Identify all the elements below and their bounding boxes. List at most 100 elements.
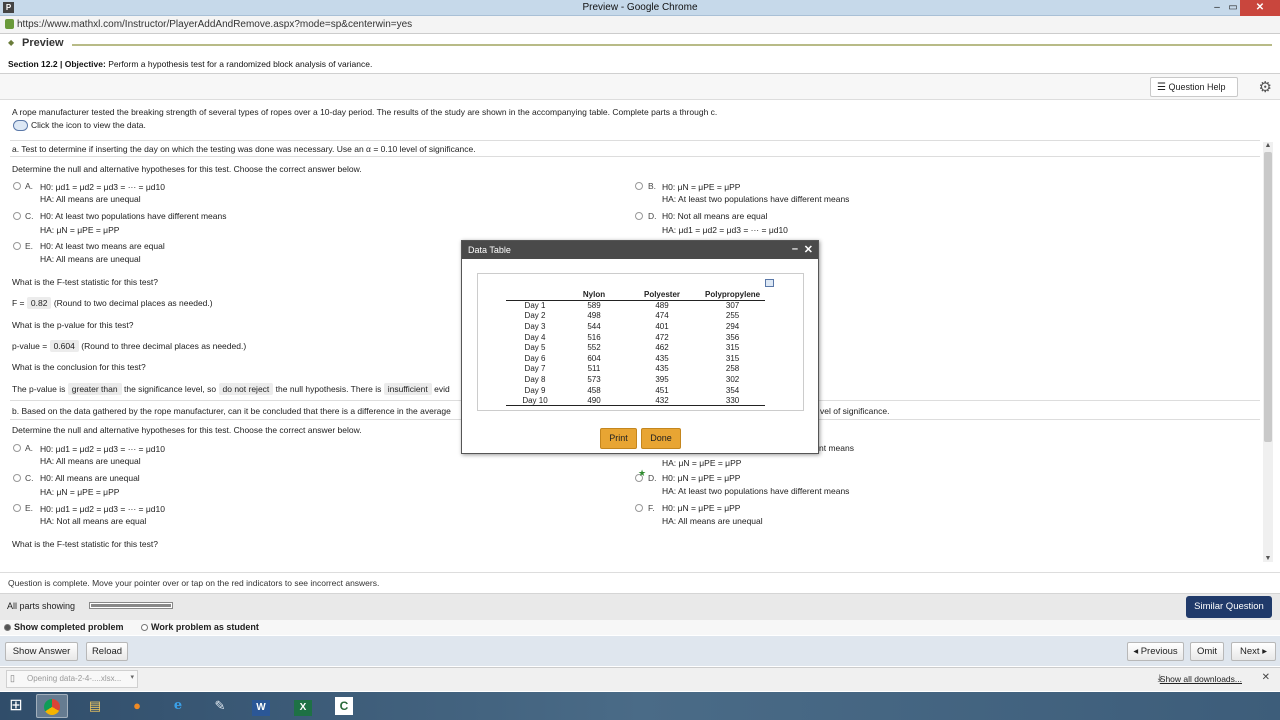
table-cell: 498 [587, 311, 601, 321]
print-button[interactable]: Print [600, 428, 637, 449]
excel-icon[interactable]: X [287, 694, 319, 718]
option-b-c-radio[interactable] [13, 474, 21, 482]
similar-question-button[interactable]: Similar Question [1186, 596, 1272, 618]
restore-window-button[interactable]: ▭ [1226, 0, 1240, 16]
option-b-f-radio[interactable] [635, 504, 643, 512]
windows-start-icon[interactable]: ⊞ [2, 694, 30, 718]
conclusion-question: What is the conclusion for this test? [12, 362, 146, 372]
list-icon: ☰ [1157, 82, 1166, 93]
dialog-title: Data Table [468, 245, 511, 255]
divider [10, 140, 1260, 141]
show-answer-button[interactable]: Show Answer [5, 642, 78, 661]
internet-explorer-icon[interactable]: e [162, 694, 194, 718]
row-label: Day 2 [524, 311, 546, 321]
option-a-ha: HA: All means are unequal [40, 194, 141, 204]
table-row: Day 8 573 395 302 [506, 374, 765, 385]
option-c-radio[interactable] [13, 212, 21, 220]
scrollbar-thumb[interactable] [1264, 152, 1272, 442]
previous-button[interactable]: ◂ Previous [1127, 642, 1184, 661]
question-help-button[interactable]: ☰ Question Help [1150, 77, 1238, 97]
objective-text: Perform a hypothesis test for a randomiz… [108, 59, 373, 69]
minimize-window-button[interactable]: – [1210, 0, 1224, 16]
option-b-e-letter: E. [25, 503, 34, 513]
copy-table-icon[interactable] [765, 279, 774, 287]
reload-button[interactable]: Reload [86, 642, 128, 661]
table-row: Day 5 552 462 315 [506, 342, 765, 353]
row-label: Day 3 [524, 321, 546, 331]
url-text[interactable]: https://www.mathxl.com/Instructor/Player… [17, 19, 412, 30]
conclusion-dropdown-3[interactable]: insufficient [383, 383, 432, 395]
conclusion-dropdown-2[interactable]: do not reject [218, 383, 274, 395]
option-e-radio[interactable] [13, 242, 21, 250]
f-answer-box[interactable]: 0.82 [26, 297, 52, 309]
option-d-letter: D. [648, 211, 657, 221]
table-row: Day 3 544 401 294 [506, 321, 765, 332]
option-b-a-radio[interactable] [13, 444, 21, 452]
option-b-e-radio[interactable] [13, 504, 21, 512]
word-icon[interactable]: W [245, 694, 277, 718]
option-e-ha: HA: All means are unequal [40, 254, 141, 264]
table-cell: 462 [655, 343, 669, 353]
determine-b-text: Determine the null and alternative hypot… [12, 425, 362, 435]
option-b-radio[interactable] [635, 182, 643, 190]
address-bar[interactable]: https://www.mathxl.com/Instructor/Player… [0, 16, 1280, 34]
row-label: Day 8 [524, 374, 546, 384]
gear-icon[interactable]: ⚙ [1259, 78, 1272, 96]
work-as-student-radio[interactable] [141, 624, 148, 631]
table-cell: 458 [587, 385, 601, 395]
dialog-header[interactable]: Data Table – ✕ [462, 241, 818, 259]
table-cell: 604 [587, 353, 601, 363]
table-cell: 489 [655, 301, 669, 311]
option-b-b-ha: HA: μN = μPE = μPP [662, 458, 742, 468]
work-as-student-label[interactable]: Work problem as student [151, 622, 259, 632]
show-completed-label[interactable]: Show completed problem [14, 622, 124, 632]
f-prefix: F = [12, 298, 25, 308]
table-cell: 552 [587, 343, 601, 353]
minimize-icon[interactable]: – [792, 243, 798, 255]
camtasia-icon[interactable]: C [328, 694, 360, 718]
next-button[interactable]: Next ▸ [1231, 642, 1276, 661]
option-b-f-letter: F. [648, 503, 655, 513]
option-d-radio[interactable] [635, 212, 643, 220]
table-row: Day 6 604 435 315 [506, 353, 765, 364]
close-window-button[interactable]: ✕ [1240, 0, 1280, 16]
file-explorer-icon[interactable]: ▤ [79, 694, 111, 718]
chrome-icon[interactable] [36, 694, 68, 718]
status-line: Question is complete. Move your pointer … [0, 572, 1280, 592]
column-header-polypropylene: Polypropylene [700, 289, 766, 301]
file-icon: ▯ [10, 673, 15, 683]
question-help-label: Question Help [1168, 82, 1226, 92]
done-button[interactable]: Done [641, 428, 681, 449]
preview-header: ◆ Preview [0, 34, 1280, 54]
firefox-icon[interactable]: ● [121, 694, 153, 718]
p-answer-box[interactable]: 0.604 [49, 340, 79, 352]
download-item[interactable]: ▯ Opening data-2-4-....xlsx... ▾ [6, 670, 138, 688]
conclusion-dropdown-1[interactable]: greater than [67, 383, 122, 395]
option-a-letter: A. [25, 181, 34, 191]
conclusion-text-3: the null hypothesis. There is [275, 384, 382, 394]
chevron-down-icon[interactable]: ▾ [130, 673, 134, 681]
table-row: Day 1 589 489 307 [506, 300, 765, 311]
f-round-hint: (Round to two decimal places as needed.) [53, 298, 213, 308]
option-b-e-h0: H0: μd1 = μd2 = μd3 = ··· = μd10 [40, 504, 165, 514]
table-cell: 294 [725, 321, 740, 331]
option-b-ha: HA: At least two populations have differ… [662, 194, 850, 204]
table-cell: 589 [587, 301, 601, 311]
table-cell: 315 [725, 353, 740, 363]
notes-icon[interactable]: ✎ [204, 694, 236, 718]
option-b-c-h0: H0: All means are unequal [40, 473, 140, 483]
data-table-icon[interactable] [13, 120, 28, 131]
option-a-radio[interactable] [13, 182, 21, 190]
option-b-a-letter: A. [25, 443, 34, 453]
f-question: What is the F-test statistic for this te… [12, 277, 158, 287]
scroll-up-icon[interactable]: ▲ [1263, 142, 1273, 149]
show-completed-radio[interactable] [4, 624, 11, 631]
table-header-row: Nylon Polyester Polypropylene [506, 289, 766, 301]
omit-button[interactable]: Omit [1190, 642, 1224, 661]
show-all-downloads-link[interactable]: Show all downloads... [1160, 674, 1242, 684]
content-scrollbar[interactable]: ▲ ▼ [1263, 142, 1273, 562]
close-download-bar-icon[interactable]: ✕ [1262, 672, 1270, 683]
p-question: What is the p-value for this test? [12, 320, 134, 330]
scroll-down-icon[interactable]: ▼ [1263, 555, 1273, 562]
close-icon[interactable]: ✕ [804, 243, 813, 256]
